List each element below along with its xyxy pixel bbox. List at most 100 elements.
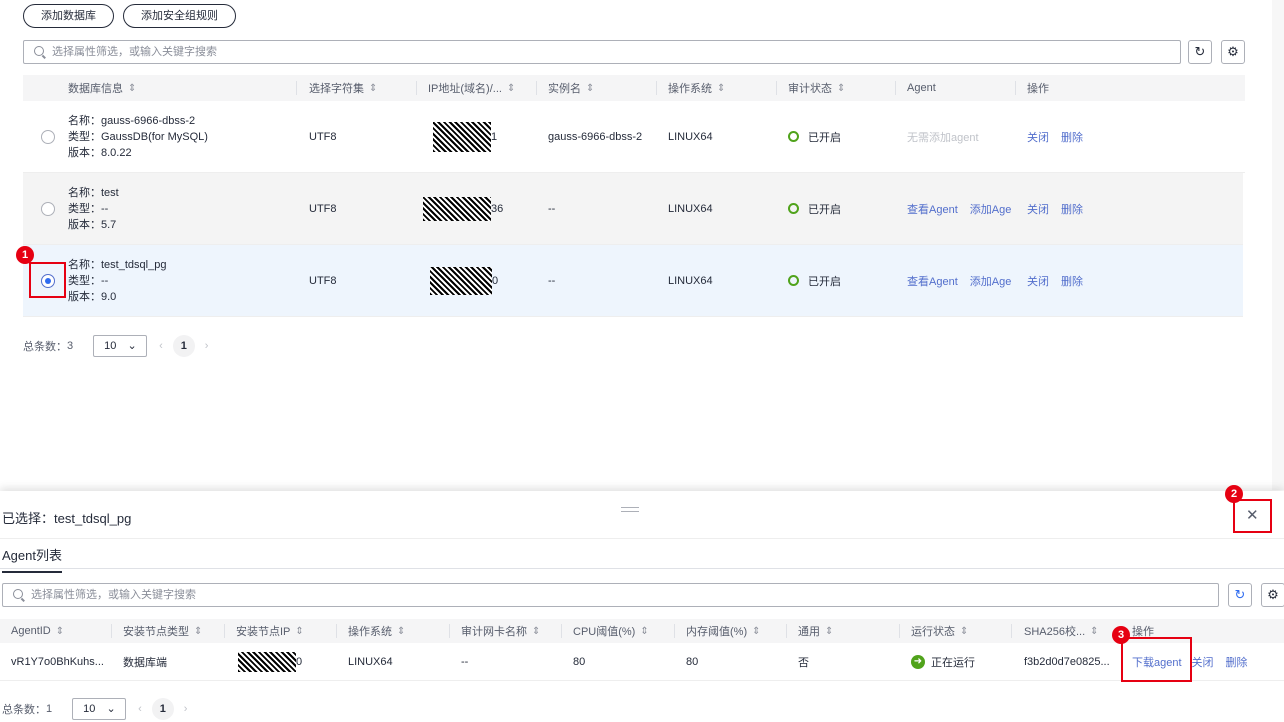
drag-handle-icon[interactable] (621, 507, 639, 512)
page-number[interactable]: 1 (172, 335, 195, 357)
os: LINUX64 (668, 202, 713, 215)
col-db-info[interactable]: 数据库信息 ⇕ (68, 75, 136, 101)
os: LINUX64 (348, 655, 393, 668)
db-table-header: 数据库信息 ⇕ 选择字符集 ⇕ IP地址(域名)/... ⇕ 实例名 ⇕ 操作系统 ⇕ 审… (23, 75, 1245, 101)
row-radio[interactable] (41, 130, 55, 144)
agent-panel: 已选择：test_tdsql_pg ✕ Agent列表 选择属性筛选，或输入关键… (0, 491, 1284, 722)
col-agent: Agent (907, 82, 936, 94)
col-os[interactable]: 操作系统 ⇕ (668, 75, 725, 101)
sort-icon: ⇕ (506, 82, 516, 94)
close-link[interactable]: 关闭 (1027, 129, 1049, 145)
add-agent-link[interactable]: 添加Age (970, 201, 1012, 217)
db-info: 名称：test_tdsql_pg 类型：-- 版本：9.0 (68, 258, 167, 303)
db-search-input[interactable]: 选择属性筛选，或输入关键字搜索 (23, 40, 1181, 64)
close-link[interactable]: 关闭 (1027, 201, 1049, 217)
close-link[interactable]: 关闭 (1027, 273, 1049, 289)
os: LINUX64 (668, 274, 713, 287)
agent-table-header: AgentID ⇕ 安装节点类型 ⇕ 安装节点IP ⇕ 操作系统 ⇕ 审计网卡名称 ⇕ C… (0, 619, 1284, 643)
col-node-ip[interactable]: 安装节点IP ⇕ (236, 619, 304, 643)
step-badge-1: 1 (16, 246, 34, 264)
instance: gauss-6966-dbss-2 (548, 130, 643, 143)
ip-masked: 1 (433, 101, 497, 172)
audit-status: 已开启 (788, 245, 841, 316)
page-number[interactable]: 1 (151, 698, 174, 720)
agent-pagination: 总条数： 1 10 ⌄ ‹ 1 › (2, 698, 187, 720)
agent-search-input[interactable]: 选择属性筛选，或输入关键字搜索 (2, 583, 1219, 607)
audit-status: 已开启 (788, 101, 841, 172)
delete-link[interactable]: 删除 (1226, 654, 1248, 670)
scrollbar-track[interactable] (1272, 0, 1284, 490)
col-status[interactable]: 运行状态 ⇕ (911, 619, 968, 643)
prev-page-icon[interactable]: ‹ (159, 340, 163, 352)
refresh-button[interactable]: ↻ (1228, 583, 1252, 607)
page-size-select[interactable]: 10 ⌄ (93, 335, 148, 357)
highlight-box-2 (1233, 499, 1272, 533)
col-node-type[interactable]: 安装节点类型 ⇕ (123, 619, 202, 643)
agent-not-needed: 无需添加agent (907, 131, 979, 144)
refresh-icon: ↻ (1234, 587, 1246, 602)
row-radio[interactable] (41, 202, 55, 216)
selected-title: 已选择：test_tdsql_pg (2, 511, 132, 526)
table-row[interactable]: 名称：gauss-6966-dbss-2 类型：GaussDB(for MySQ… (23, 101, 1245, 173)
sort-icon: ⇕ (717, 82, 726, 94)
db-info: 名称：test 类型：-- 版本：5.7 (68, 186, 119, 231)
step-badge-2: 2 (1225, 485, 1243, 503)
delete-link[interactable]: 删除 (1061, 273, 1083, 289)
db-pagination: 总条数： 3 10 ⌄ ‹ 1 › (23, 335, 208, 357)
node-type: 数据库端 (123, 656, 167, 669)
table-row[interactable]: vR1Y7o0BhKuhs... 数据库端 0 LINUX64 -- 80 80… (0, 643, 1284, 681)
view-agent-link[interactable]: 查看Agent (907, 201, 958, 217)
add-database-button[interactable]: 添加数据库 (23, 4, 114, 28)
status-ok-icon (788, 203, 799, 214)
col-sha[interactable]: SHA256校... ⇕ (1024, 619, 1099, 643)
ip-masked: 0 (238, 643, 302, 680)
search-icon (34, 46, 44, 56)
col-audit[interactable]: 审计状态 ⇕ (788, 75, 845, 101)
ip-masked: 36 (423, 173, 503, 244)
general: 否 (798, 656, 809, 669)
sort-icon: ⇕ (586, 82, 595, 94)
col-charset[interactable]: 选择字符集 ⇕ (309, 75, 377, 101)
audit-status: 已开启 (788, 173, 841, 244)
delete-link[interactable]: 删除 (1061, 201, 1083, 217)
settings-button[interactable]: ⚙ (1221, 40, 1245, 64)
instance: -- (548, 274, 556, 287)
gear-icon: ⚙ (1267, 587, 1279, 602)
col-instance[interactable]: 实例名 ⇕ (548, 75, 594, 101)
step-badge-3: 3 (1112, 626, 1130, 644)
refresh-button[interactable]: ↻ (1188, 40, 1212, 64)
add-agent-link[interactable]: 添加Age (970, 273, 1012, 289)
page-size-select[interactable]: 10 ⌄ (72, 698, 127, 720)
search-placeholder: 选择属性筛选，或输入关键字搜索 (52, 46, 217, 58)
col-agent-id[interactable]: AgentID ⇕ (11, 619, 64, 643)
next-page-icon[interactable]: › (205, 340, 209, 352)
col-nic[interactable]: 审计网卡名称 ⇕ (461, 619, 540, 643)
sha256: f3b2d0d7e0825... (1024, 655, 1110, 668)
add-security-group-rule-button[interactable]: 添加安全组规则 (123, 4, 236, 28)
delete-link[interactable]: 删除 (1061, 129, 1083, 145)
prev-page-icon[interactable]: ‹ (138, 703, 142, 715)
view-agent-link[interactable]: 查看Agent (907, 273, 958, 289)
table-row[interactable]: 名称：test 类型：-- 版本：5.7 UTF8 36 -- LINUX64 … (23, 173, 1243, 245)
highlight-box-3 (1121, 637, 1192, 682)
sort-icon: ⇕ (369, 82, 378, 94)
db-info: 名称：gauss-6966-dbss-2 类型：GaussDB(for MySQ… (68, 114, 208, 159)
search-icon (13, 589, 23, 599)
charset: UTF8 (309, 130, 337, 143)
sort-icon: ⇕ (837, 82, 846, 94)
col-ip[interactable]: IP地址(域名)/... ⇕ (428, 75, 515, 101)
nic: -- (461, 655, 469, 668)
running-icon: ➜ (911, 654, 925, 669)
col-general[interactable]: 通用 ⇕ (798, 619, 833, 643)
col-ops: 操作 (1027, 83, 1049, 95)
next-page-icon[interactable]: › (184, 703, 188, 715)
col-mem[interactable]: 内存阈值(%) ⇕ (686, 619, 761, 643)
charset: UTF8 (309, 202, 337, 215)
col-os[interactable]: 操作系统 ⇕ (348, 619, 405, 643)
settings-button[interactable]: ⚙ (1261, 583, 1284, 607)
table-row-selected[interactable]: 名称：test_tdsql_pg 类型：-- 版本：9.0 UTF8 0 -- … (23, 245, 1243, 317)
col-cpu[interactable]: CPU阈值(%) ⇕ (573, 619, 649, 643)
status-ok-icon (788, 131, 799, 142)
mem-threshold: 80 (686, 655, 699, 668)
close-link[interactable]: 关闭 (1192, 654, 1214, 670)
